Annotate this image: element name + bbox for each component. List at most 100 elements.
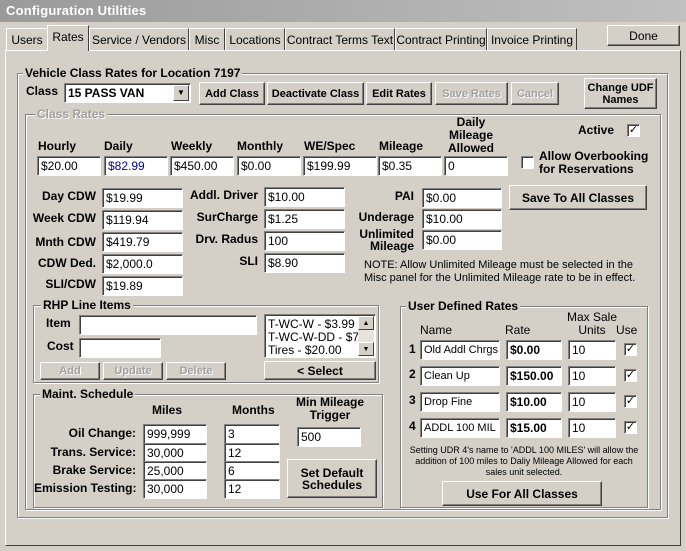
daily-mileage-allowed-input[interactable]: 0 xyxy=(444,156,508,176)
udr-4-use-checkbox[interactable]: ✓ xyxy=(624,421,637,434)
udr-4-units-input[interactable]: 10 xyxy=(568,418,616,438)
trans-service-label: Trans. Service: xyxy=(50,445,136,459)
udr-1-use-checkbox[interactable]: ✓ xyxy=(624,343,637,356)
sli-cdw-label: SLI/CDW xyxy=(45,277,96,291)
mileage-header: Mileage xyxy=(379,139,424,153)
oil-change-miles-input[interactable]: 999,999 xyxy=(143,424,207,444)
cdw-ded-label: CDW Ded. xyxy=(38,256,96,270)
list-item[interactable]: T-WC-W - $3.99 xyxy=(268,317,355,331)
maint-miles-header: Miles xyxy=(152,403,183,417)
chevron-down-icon[interactable]: ▼ xyxy=(173,85,189,101)
trans-service-miles-input[interactable]: 30,000 xyxy=(143,443,207,463)
active-checkbox[interactable]: ✓ xyxy=(627,124,640,137)
cdw-ded-input[interactable]: $2,000.0 xyxy=(102,254,183,274)
udr-max-units-header: Max Sale Units xyxy=(566,310,618,337)
weekly-input[interactable]: $450.00 xyxy=(170,156,234,176)
udr-3-rate-input[interactable]: $10.00 xyxy=(506,392,562,412)
udr-4-name-input[interactable]: ADDL 100 MIL xyxy=(420,418,500,438)
week-cdw-input[interactable]: $119.94 xyxy=(102,210,183,230)
day-cdw-input[interactable]: $19.99 xyxy=(102,188,183,208)
drv-radius-input[interactable]: 100 xyxy=(264,231,345,251)
min-mileage-trigger-input[interactable]: 500 xyxy=(297,427,361,447)
brake-service-miles-input[interactable]: 25,000 xyxy=(143,461,207,481)
sli-label: SLI xyxy=(239,254,258,268)
monthly-input[interactable]: $0.00 xyxy=(237,156,301,176)
udr-1-name-input[interactable]: Old Addl Chrgs xyxy=(420,340,500,360)
rhp-add-button[interactable]: Add xyxy=(40,362,100,380)
rhp-select-button[interactable]: < Select xyxy=(264,361,376,380)
rhp-item-input[interactable] xyxy=(79,315,257,335)
tab-service-vendors[interactable]: Service / Vendors xyxy=(89,28,189,50)
save-rates-button[interactable]: Save Rates xyxy=(435,82,508,105)
tab-rates[interactable]: Rates xyxy=(47,25,89,51)
udr-2-name-input[interactable]: Clean Up xyxy=(420,366,500,386)
set-default-schedules-button[interactable]: Set Default Schedules xyxy=(287,459,377,498)
mnth-cdw-label: Mnth CDW xyxy=(35,235,96,249)
sli-input[interactable]: $8.90 xyxy=(264,253,345,273)
rhp-item-label: Item xyxy=(46,316,71,330)
min-mileage-trigger-header: Min Mileage Trigger xyxy=(295,395,364,422)
scroll-up-icon[interactable]: ▲ xyxy=(358,316,374,330)
udr-rate-header: Rate xyxy=(505,323,531,337)
surcharge-input[interactable]: $1.25 xyxy=(264,209,345,229)
class-rates-title: Class Rates xyxy=(35,107,108,121)
brake-service-months-input[interactable]: 6 xyxy=(224,461,280,481)
oil-change-months-input[interactable]: 3 xyxy=(224,424,280,444)
tab-locations[interactable]: Locations xyxy=(225,28,285,50)
drv-radius-label: Drv. Radus xyxy=(195,232,258,246)
edit-rates-button[interactable]: Edit Rates xyxy=(366,82,432,105)
use-for-all-classes-button[interactable]: Use For All Classes xyxy=(442,481,602,506)
rhp-delete-button[interactable]: Delete xyxy=(166,362,226,380)
udr-3-use-checkbox[interactable]: ✓ xyxy=(624,395,637,408)
deactivate-class-button[interactable]: Deactivate Class xyxy=(267,82,364,105)
maint-months-header: Months xyxy=(232,403,275,417)
tab-users[interactable]: Users xyxy=(6,28,48,50)
overbooking-checkbox[interactable] xyxy=(521,156,534,169)
rhp-update-button[interactable]: Update xyxy=(103,362,163,380)
change-udf-names-button[interactable]: Change UDF Names xyxy=(584,78,657,109)
udr-3-name-input[interactable]: Drop Fine xyxy=(420,392,500,412)
udr-3-units-input[interactable]: 10 xyxy=(568,392,616,412)
hourly-input[interactable]: $20.00 xyxy=(37,156,101,176)
rhp-cost-label: Cost xyxy=(47,339,74,353)
mnth-cdw-input[interactable]: $419.79 xyxy=(102,232,183,252)
unlimited-mileage-note: NOTE: Allow Unlimited Mileage must be se… xyxy=(364,259,636,284)
sli-cdw-input[interactable]: $19.89 xyxy=(102,276,183,296)
trans-service-months-input[interactable]: 12 xyxy=(224,443,280,463)
daily-input[interactable]: $82.99 xyxy=(104,156,168,176)
tab-misc[interactable]: Misc xyxy=(189,28,225,50)
udr-row-number: 4 xyxy=(409,419,416,433)
scroll-down-icon[interactable]: ▼ xyxy=(358,342,374,356)
done-button[interactable]: Done xyxy=(607,25,680,46)
udr-row-number: 1 xyxy=(409,342,416,356)
tab-contract-terms-text[interactable]: Contract Terms Text xyxy=(285,28,395,50)
udr-2-units-input[interactable]: 10 xyxy=(568,366,616,386)
unlimited-mileage-input[interactable]: $0.00 xyxy=(422,230,502,250)
emission-testing-miles-input[interactable]: 30,000 xyxy=(143,479,207,499)
udr-row-number: 2 xyxy=(409,367,416,381)
save-to-all-classes-button[interactable]: Save To All Classes xyxy=(509,185,647,210)
udr-4-rate-input[interactable]: $15.00 xyxy=(506,418,562,438)
add-class-button[interactable]: Add Class xyxy=(199,82,265,105)
maint-title: Maint. Schedule xyxy=(40,387,136,401)
weekly-header: Weekly xyxy=(171,139,213,153)
udr-1-units-input[interactable]: 10 xyxy=(568,340,616,360)
cancel-button[interactable]: Cancel xyxy=(511,82,559,105)
tab-contract-printing[interactable]: Contract Printing xyxy=(395,28,487,50)
wespec-input[interactable]: $199.99 xyxy=(303,156,377,176)
underage-input[interactable]: $10.00 xyxy=(422,209,502,229)
udr-2-rate-input[interactable]: $150.00 xyxy=(506,366,562,386)
class-select[interactable]: 15 PASS VAN ▼ xyxy=(64,83,191,103)
rhp-list[interactable]: T-WC-W - $3.99 T-WC-W-DD - $7 Tires - $2… xyxy=(264,314,376,358)
list-item[interactable]: T-WC-W-DD - $7 xyxy=(268,330,359,344)
pai-input[interactable]: $0.00 xyxy=(422,188,502,208)
udr-1-rate-input[interactable]: $0.00 xyxy=(506,340,562,360)
rhp-cost-input[interactable] xyxy=(79,338,161,358)
addl-driver-input[interactable]: $10.00 xyxy=(264,187,345,207)
list-item[interactable]: Tires - $20.00 xyxy=(268,343,342,357)
emission-testing-months-input[interactable]: 12 xyxy=(224,479,280,499)
udr-2-use-checkbox[interactable]: ✓ xyxy=(624,369,637,382)
tab-invoice-printing[interactable]: Invoice Printing xyxy=(487,28,577,50)
mileage-input[interactable]: $0.35 xyxy=(378,156,442,176)
overbooking-label: Allow Overbooking for Reservations xyxy=(539,149,649,176)
